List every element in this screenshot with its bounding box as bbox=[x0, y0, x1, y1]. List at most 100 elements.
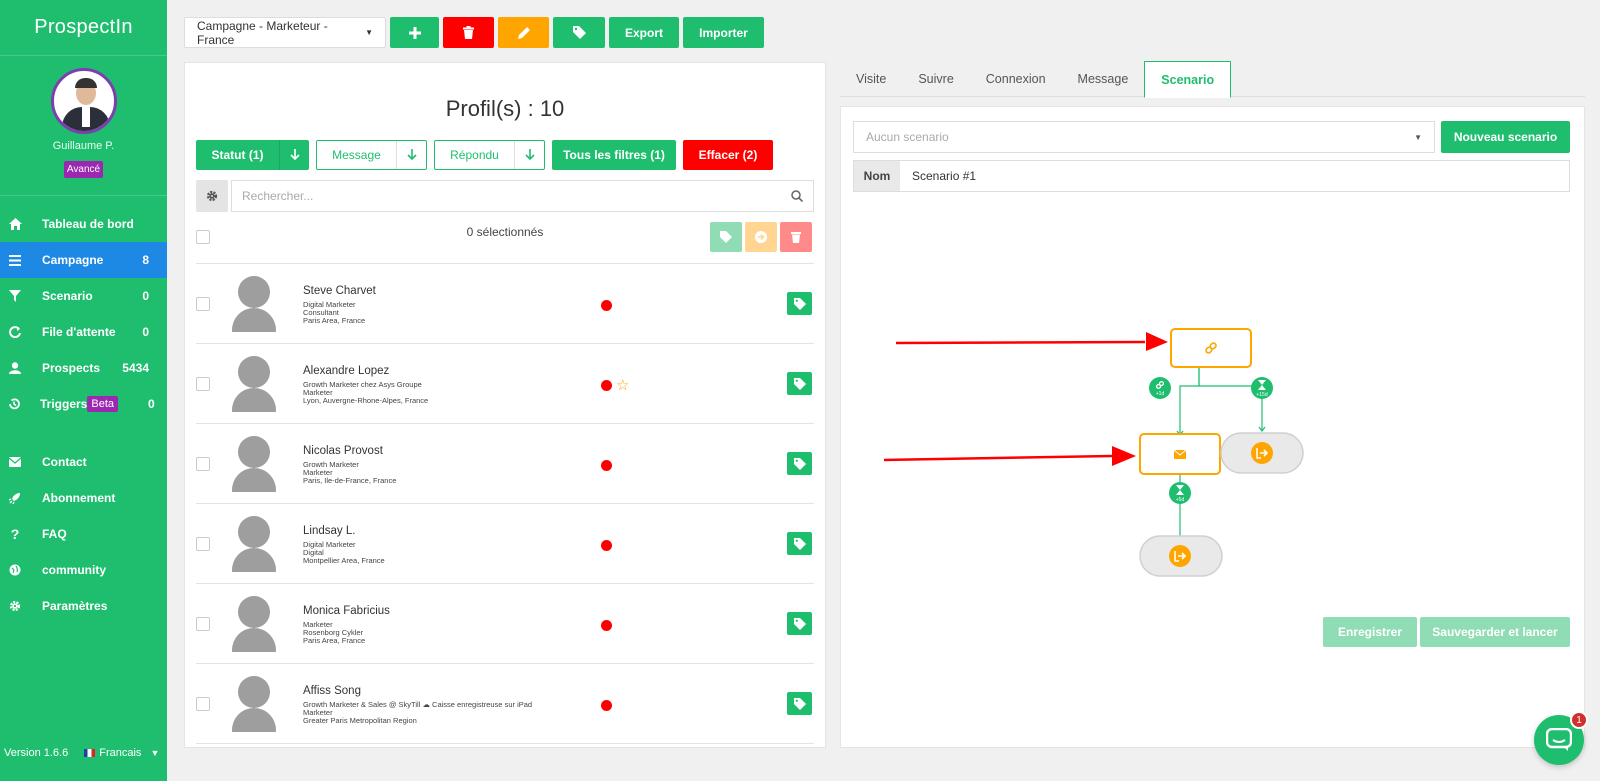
search-input[interactable]: Rechercher... bbox=[231, 180, 814, 212]
question-icon: ? bbox=[10, 526, 20, 542]
row-tag-button[interactable] bbox=[787, 692, 812, 715]
profile-info: Nicolas Provost Growth Marketer Marketer P… bbox=[303, 445, 397, 485]
bulk-delete-button[interactable] bbox=[780, 222, 812, 252]
delay-badge-2[interactable]: +15d bbox=[1251, 377, 1273, 399]
tab-connexion[interactable]: Connexion bbox=[970, 61, 1062, 97]
user-profile: Guillaume P. Avancé bbox=[0, 56, 167, 196]
tag-icon bbox=[793, 537, 806, 550]
svg-text:+15d: +15d bbox=[1256, 392, 1267, 398]
bulk-move-button[interactable] bbox=[745, 222, 777, 252]
connect-node[interactable] bbox=[1170, 328, 1252, 368]
profile-row[interactable]: Nicolas Provost Growth Marketer Marketer P… bbox=[196, 424, 814, 504]
profile-avatar[interactable] bbox=[232, 356, 276, 412]
tab-visite[interactable]: Visite bbox=[840, 61, 902, 97]
profile-detail: Montpellier Area, France bbox=[303, 555, 385, 565]
profile-detail: Paris, Ile-de-France, France bbox=[303, 475, 397, 485]
repondu-filter[interactable]: Répondu bbox=[434, 140, 545, 170]
search-settings-button[interactable] bbox=[196, 180, 228, 212]
row-tag-button[interactable] bbox=[787, 292, 812, 315]
campagne-count: 8 bbox=[142, 253, 149, 267]
brand-logo[interactable]: ProspectIn bbox=[0, 0, 167, 56]
tag-icon bbox=[793, 457, 806, 470]
new-scenario-button[interactable]: Nouveau scenario bbox=[1441, 121, 1570, 153]
import-button[interactable]: Importer bbox=[683, 17, 764, 48]
star-icon[interactable]: ☆ bbox=[616, 376, 629, 394]
profile-name[interactable]: Nicolas Provost bbox=[303, 445, 396, 458]
sidebar-item-prospects[interactable]: Prospects 5434 bbox=[0, 350, 167, 386]
tab-suivre[interactable]: Suivre bbox=[902, 61, 969, 97]
row-checkbox[interactable] bbox=[196, 697, 210, 711]
profile-row[interactable]: Alexandre Lopez Growth Marketer chez Asy… bbox=[196, 344, 814, 424]
message-node[interactable] bbox=[1139, 433, 1221, 475]
row-checkbox[interactable] bbox=[196, 457, 210, 471]
profile-row[interactable]: Affiss Song Growth Marketer & Sales @ Sk… bbox=[196, 664, 814, 744]
profile-avatar[interactable] bbox=[232, 676, 276, 732]
detail-tabs: Visite Suivre Connexion Message Scenario bbox=[840, 61, 1585, 98]
profile-name[interactable]: Alexandre Lopez bbox=[303, 365, 428, 378]
tab-scenario[interactable]: Scenario bbox=[1144, 61, 1232, 98]
profile-row[interactable]: Lindsay L. Digital Marketer Digital Montpe… bbox=[196, 504, 814, 584]
sidebar-item-community[interactable]: community bbox=[0, 552, 167, 588]
add-button[interactable] bbox=[390, 17, 439, 48]
sidebar-item-scenario[interactable]: Scenario 0 bbox=[0, 278, 167, 314]
profile-avatar[interactable] bbox=[232, 516, 276, 572]
campaign-select[interactable]: Campagne - Marketeur - France ▼ bbox=[184, 17, 386, 48]
profile-row[interactable]: Steve Charvet Digital Marketer Consultant… bbox=[196, 264, 814, 344]
profiles-title: Profil(s) : 10 bbox=[445, 96, 565, 121]
save-launch-button[interactable]: Sauvegarder et lancer bbox=[1420, 617, 1570, 647]
bulk-tag-button[interactable] bbox=[710, 222, 742, 252]
sidebar-item-faq[interactable]: ? FAQ bbox=[0, 516, 167, 552]
sidebar-nav: Tableau de bord Campagne 8 Scenario 0 Fi… bbox=[0, 196, 167, 624]
clear-filters-button[interactable]: Effacer (2) bbox=[683, 140, 773, 170]
all-filters-button[interactable]: Tous les filtres (1) bbox=[552, 140, 676, 170]
red-arrow-2 bbox=[883, 446, 1136, 466]
message-filter[interactable]: Message bbox=[316, 140, 427, 170]
profile-name[interactable]: Steve Charvet bbox=[303, 285, 376, 298]
chat-button[interactable]: 1 bbox=[1534, 711, 1588, 765]
delete-button[interactable] bbox=[443, 17, 494, 48]
avatar[interactable] bbox=[50, 68, 117, 134]
row-tag-button[interactable] bbox=[787, 372, 812, 395]
profile-avatar[interactable] bbox=[232, 596, 276, 652]
row-tag-button[interactable] bbox=[787, 612, 812, 635]
delay-badge-3[interactable]: +5d bbox=[1169, 482, 1191, 504]
delay-badge-1[interactable]: +1d bbox=[1149, 377, 1171, 399]
row-checkbox[interactable] bbox=[196, 537, 210, 551]
language-selector[interactable]: Francais ▼ bbox=[84, 747, 159, 759]
row-tag-button[interactable] bbox=[787, 452, 812, 475]
plus-icon bbox=[408, 26, 421, 39]
gear-icon bbox=[206, 190, 218, 202]
sidebar-item-triggers[interactable]: Triggers Beta 0 bbox=[0, 386, 167, 422]
profile-avatar[interactable] bbox=[232, 436, 276, 492]
sidebar-item-tableau-de-bord[interactable]: Tableau de bord bbox=[0, 206, 167, 242]
sidebar-item-file-attente[interactable]: File d'attente 0 bbox=[0, 314, 167, 350]
status-dot bbox=[601, 620, 612, 631]
tab-message[interactable]: Message bbox=[1062, 61, 1145, 97]
profile-name[interactable]: Monica Fabricius bbox=[303, 605, 390, 618]
sidebar-item-abonnement[interactable]: Abonnement bbox=[0, 480, 167, 516]
profile-avatar[interactable] bbox=[232, 276, 276, 332]
profile-name[interactable]: Lindsay L. bbox=[303, 525, 385, 538]
row-checkbox[interactable] bbox=[196, 297, 210, 311]
save-button[interactable]: Enregistrer bbox=[1323, 617, 1417, 647]
profile-info: Monica Fabricius Marketer Rosenborg Cykle… bbox=[303, 605, 390, 645]
filter-icon bbox=[8, 289, 22, 303]
edit-button[interactable] bbox=[498, 17, 549, 48]
tag-button[interactable] bbox=[553, 17, 605, 48]
scenario-select[interactable]: Aucun scenario ▼ bbox=[853, 121, 1435, 153]
sidebar-item-parametres[interactable]: Paramètres bbox=[0, 588, 167, 624]
end-node-1[interactable] bbox=[1220, 432, 1304, 474]
statut-filter[interactable]: Statut (1) bbox=[196, 140, 309, 170]
row-checkbox[interactable] bbox=[196, 377, 210, 391]
end-node-2[interactable] bbox=[1139, 535, 1223, 577]
row-tag-button[interactable] bbox=[787, 532, 812, 555]
status-dot bbox=[601, 380, 612, 391]
profile-row[interactable]: Monica Fabricius Marketer Rosenborg Cykle… bbox=[196, 584, 814, 664]
profile-detail: Greater Paris Metropolitan Region bbox=[303, 715, 417, 725]
sidebar-item-campagne[interactable]: Campagne 8 bbox=[0, 242, 167, 278]
profile-name[interactable]: Affiss Song bbox=[303, 685, 532, 698]
export-button[interactable]: Export bbox=[609, 17, 679, 48]
scenario-name-input[interactable]: Scenario #1 bbox=[900, 161, 1569, 191]
row-checkbox[interactable] bbox=[196, 617, 210, 631]
sidebar-item-contact[interactable]: Contact bbox=[0, 444, 167, 480]
